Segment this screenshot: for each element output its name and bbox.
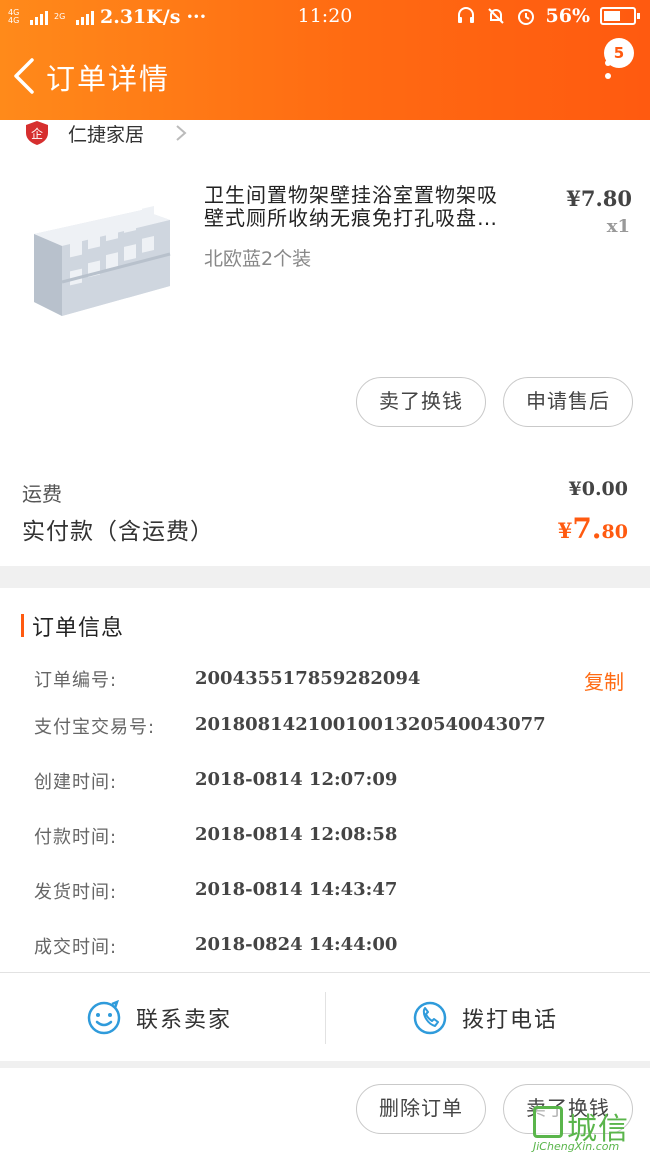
chat-face-icon	[87, 1000, 121, 1035]
watermark-logo: 城信 JiChengXin.com	[533, 1102, 650, 1155]
created-time-label: 创建时间:	[34, 772, 118, 793]
created-time-value: 2018-0814 12:07:09	[195, 769, 398, 790]
nav-bar: 订单详情 5	[0, 34, 650, 120]
total-currency: ¥	[557, 518, 573, 543]
contact-seller-button[interactable]: 联系卖家	[86, 992, 232, 1044]
battery-icon	[600, 7, 640, 25]
call-phone-button[interactable]: 拨打电话	[412, 992, 558, 1044]
battery-fill	[604, 11, 620, 21]
section-separator-2	[0, 1061, 650, 1068]
watermark-box	[533, 1106, 563, 1138]
alipay-trade-value: 2018081421001001320540043077	[195, 714, 546, 735]
back-button-icon[interactable]	[10, 56, 40, 96]
total-integer: 7.	[572, 512, 602, 545]
order-detail-page: 4G 4G 2G 2.31K/s ··· 11:20 56% 订单详情 5 企 …	[0, 0, 650, 1155]
total-decimal: 80	[601, 521, 628, 543]
section-separator	[0, 566, 650, 588]
divider	[0, 972, 650, 973]
store-name[interactable]: 仁捷家居	[68, 120, 144, 147]
total-paid-label: 实付款（含运费）	[22, 519, 214, 545]
action-divider	[325, 992, 326, 1044]
copy-button[interactable]: 复制	[584, 666, 624, 695]
header-bar: 4G 4G 2G 2.31K/s ··· 11:20 56% 订单详情 5	[0, 0, 650, 120]
alipay-trade-label: 支付宝交易号:	[34, 717, 156, 738]
watermark-site: JiChengXin.com	[533, 1140, 620, 1153]
order-number-label: 订单编号:	[34, 670, 118, 691]
shipped-time-label: 发货时间:	[34, 882, 118, 903]
store-row[interactable]: 企 仁捷家居	[0, 120, 650, 146]
completed-time-value: 2018-0824 14:44:00	[195, 934, 398, 955]
call-phone-label: 拨打电话	[462, 1008, 559, 1033]
product-title-line2: 壁式厕所收纳无痕免打孔吸盘…	[204, 207, 498, 230]
total-paid-value: ¥7.80	[558, 512, 628, 545]
product-spec: 北欧蓝2个装	[204, 248, 312, 270]
dot-icon	[605, 73, 611, 79]
chevron-right-icon	[176, 125, 187, 141]
completed-time-label: 成交时间:	[34, 937, 118, 958]
headphone-icon	[457, 7, 474, 23]
shipping-fee-value: ¥0.00	[568, 478, 629, 500]
paid-time-label: 付款时间:	[34, 827, 118, 848]
product-image[interactable]	[24, 196, 174, 330]
bell-muted-icon	[487, 8, 504, 24]
status-right: 56%	[456, 5, 640, 27]
section-accent-bar	[21, 614, 24, 637]
resell-button[interactable]: 卖了换钱	[356, 377, 486, 427]
alarm-icon	[517, 9, 534, 25]
shipping-fee-label: 运费	[22, 482, 62, 506]
product-title-line1: 卫生间置物架壁挂浴室置物架吸	[204, 184, 498, 207]
after-sale-button[interactable]: 申请售后	[503, 377, 633, 427]
contact-seller-label: 联系卖家	[136, 1008, 233, 1033]
phone-icon	[413, 1001, 447, 1035]
product-price: ¥7.80	[566, 186, 632, 211]
store-logo-text: 企	[31, 126, 43, 141]
order-number-value: 200435517859282094	[195, 668, 421, 689]
product-quantity: x1	[606, 216, 630, 237]
message-badge: 5	[604, 38, 634, 68]
page-title: 订单详情	[46, 62, 171, 96]
product-title[interactable]: 卫生间置物架壁挂浴室置物架吸 壁式厕所收纳无痕免打孔吸盘…	[204, 184, 534, 230]
battery-percent: 56%	[545, 5, 591, 27]
paid-time-value: 2018-0814 12:08:58	[195, 824, 398, 845]
shipped-time-value: 2018-0814 14:43:47	[195, 879, 398, 900]
delete-order-button[interactable]: 删除订单	[356, 1084, 486, 1134]
status-bar: 4G 4G 2G 2.31K/s ··· 11:20 56%	[0, 0, 650, 34]
enterprise-shop-icon: 企	[26, 121, 48, 145]
order-info-title: 订单信息	[32, 616, 125, 641]
